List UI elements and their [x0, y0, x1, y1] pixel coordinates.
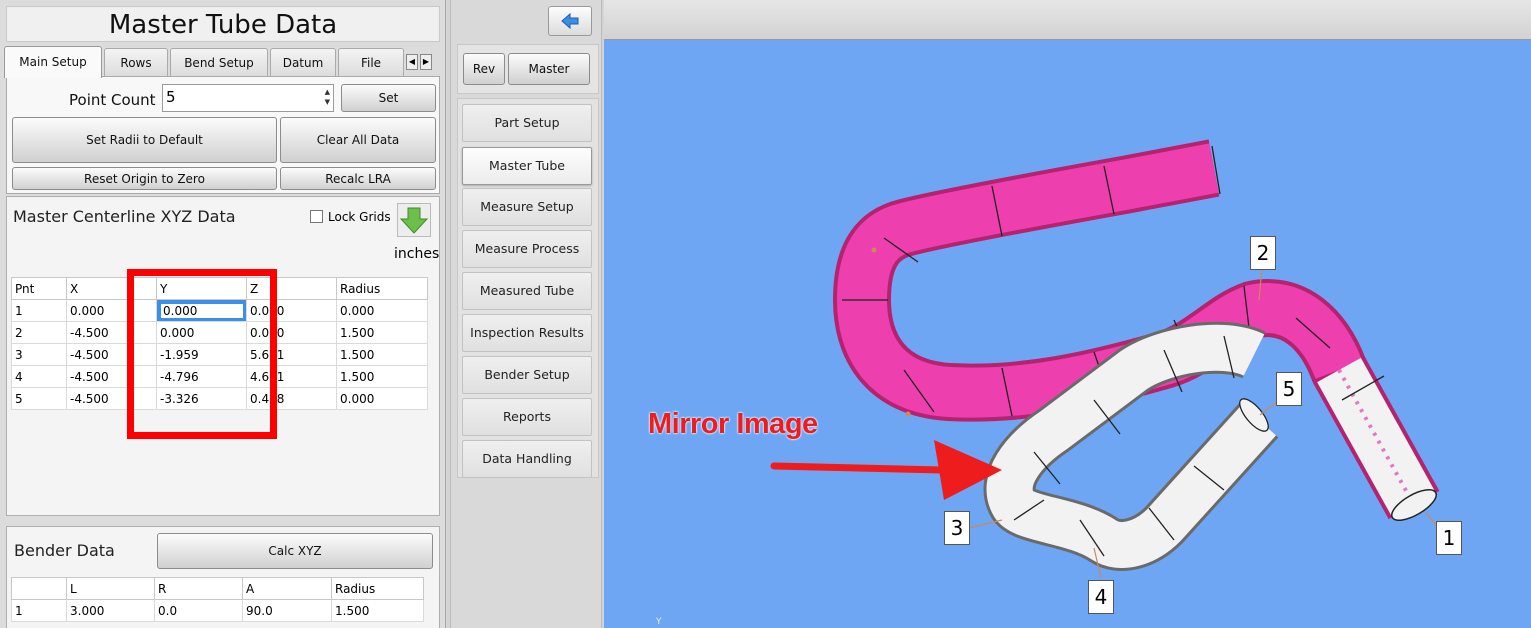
- left-panel: Master Tube Data Main Setup Rows Bend Se…: [0, 0, 446, 628]
- reset-origin-button[interactable]: Reset Origin to Zero: [12, 167, 277, 190]
- table-cell[interactable]: 1: [11, 299, 67, 322]
- tube-render: [770, 139, 1440, 579]
- point-label-4[interactable]: 4: [1088, 580, 1114, 614]
- centerline-section: Master Centerline XYZ Data Lock Grids in…: [6, 196, 440, 516]
- nav-item-bender-setup[interactable]: Bender Setup: [462, 356, 592, 394]
- recalc-lra-button[interactable]: Recalc LRA: [280, 167, 436, 190]
- spin-arrows-icon[interactable]: ▲ ▼: [325, 87, 330, 107]
- lock-grids-label: Lock Grids: [328, 210, 391, 224]
- clear-all-data-button[interactable]: Clear All Data: [280, 117, 436, 163]
- table-cell[interactable]: 90.0: [242, 599, 332, 622]
- column-header[interactable]: Pnt: [11, 277, 67, 300]
- back-arrow-icon: [561, 12, 579, 30]
- nav-item-measure-setup[interactable]: Measure Setup: [462, 188, 592, 226]
- centerline-title: Master Centerline XYZ Data: [13, 207, 236, 226]
- lock-grids-checkbox[interactable]: [310, 210, 323, 223]
- point-label-3[interactable]: 3: [944, 511, 970, 545]
- table-cell[interactable]: 1.500: [331, 599, 424, 622]
- nav-item-master-tube[interactable]: Master Tube: [462, 147, 592, 185]
- down-arrow-icon[interactable]: [397, 203, 431, 237]
- nav-item-measure-process[interactable]: Measure Process: [462, 230, 592, 268]
- back-button[interactable]: [548, 6, 592, 36]
- tab-datum[interactable]: Datum: [270, 48, 336, 76]
- point-label-1[interactable]: 1: [1436, 521, 1462, 555]
- nav-item-part-setup[interactable]: Part Setup: [462, 104, 592, 142]
- axis-label-y: Y: [656, 617, 662, 627]
- tab-scroll-left-icon[interactable]: ◀: [406, 54, 418, 70]
- table-cell[interactable]: 1.500: [336, 343, 428, 366]
- table-cell[interactable]: 1.500: [336, 365, 428, 388]
- units-label: inches: [394, 246, 440, 262]
- master-button[interactable]: Master: [508, 53, 590, 85]
- calc-xyz-button[interactable]: Calc XYZ: [157, 533, 433, 569]
- tab-bar: Main Setup Rows Bend Setup Datum File ◀ …: [4, 46, 444, 78]
- nav-panel: Rev Master Part Setup Master Tube Measur…: [450, 0, 602, 628]
- 3d-viewport[interactable]: Mirror Image 1 2 3 4 5 Y: [604, 0, 1531, 628]
- bender-section: Bender Data Calc XYZ L R A Radius 1 3.00…: [6, 526, 440, 628]
- table-cell[interactable]: 1: [11, 599, 67, 622]
- page-title: Master Tube Data: [6, 6, 440, 42]
- table-cell[interactable]: 3: [11, 343, 67, 366]
- highlight-box: [127, 269, 277, 439]
- rev-button[interactable]: Rev: [463, 53, 505, 85]
- table-cell[interactable]: 1.500: [336, 321, 428, 344]
- table-cell[interactable]: 0.000: [336, 387, 428, 410]
- point-count-value: 5: [166, 88, 176, 106]
- tab-scroll-right-icon[interactable]: ▶: [420, 54, 432, 70]
- main-setup-panel: Point Count 5 ▲ ▼ Set Set Radii to Defaul…: [6, 76, 440, 194]
- bender-title: Bender Data: [14, 541, 115, 560]
- nav-item-reports[interactable]: Reports: [462, 398, 592, 436]
- bender-table: L R A Radius 1 3.000 0.0 90.0 1.500: [11, 577, 424, 622]
- mirror-image-annotation: Mirror Image: [648, 408, 818, 440]
- table-cell[interactable]: 3.000: [66, 599, 155, 622]
- annotation-arrow: [770, 462, 946, 474]
- table-cell[interactable]: 2: [11, 321, 67, 344]
- table-cell[interactable]: 0.0: [154, 599, 243, 622]
- set-button[interactable]: Set: [341, 84, 436, 112]
- table-cell[interactable]: 5: [11, 387, 67, 410]
- column-header[interactable]: Radius: [331, 577, 424, 600]
- point-count-label: Point Count: [69, 91, 156, 109]
- nav-item-measured-tube[interactable]: Measured Tube: [462, 272, 592, 310]
- table-row: 1 3.000 0.0 90.0 1.500: [11, 599, 424, 622]
- tab-bend-setup[interactable]: Bend Setup: [170, 48, 268, 76]
- set-radii-button[interactable]: Set Radii to Default: [12, 117, 277, 163]
- rev-master-group: Rev Master: [457, 44, 599, 94]
- point-count-stepper[interactable]: 5 ▲ ▼: [162, 84, 334, 112]
- column-header[interactable]: [11, 577, 67, 600]
- column-header[interactable]: L: [66, 577, 155, 600]
- nav-item-data-handling[interactable]: Data Handling: [462, 440, 592, 478]
- tab-file[interactable]: File: [338, 48, 404, 76]
- point-label-2[interactable]: 2: [1250, 236, 1276, 270]
- table-header-row: L R A Radius: [11, 577, 424, 600]
- column-header[interactable]: Radius: [336, 277, 428, 300]
- table-cell[interactable]: 0.000: [336, 299, 428, 322]
- point-label-5[interactable]: 5: [1276, 372, 1302, 406]
- column-header[interactable]: A: [242, 577, 332, 600]
- nav-item-inspection-results[interactable]: Inspection Results: [462, 314, 592, 352]
- tab-rows[interactable]: Rows: [104, 48, 168, 76]
- column-header[interactable]: R: [154, 577, 243, 600]
- table-cell[interactable]: 4: [11, 365, 67, 388]
- tab-main-setup[interactable]: Main Setup: [4, 46, 102, 78]
